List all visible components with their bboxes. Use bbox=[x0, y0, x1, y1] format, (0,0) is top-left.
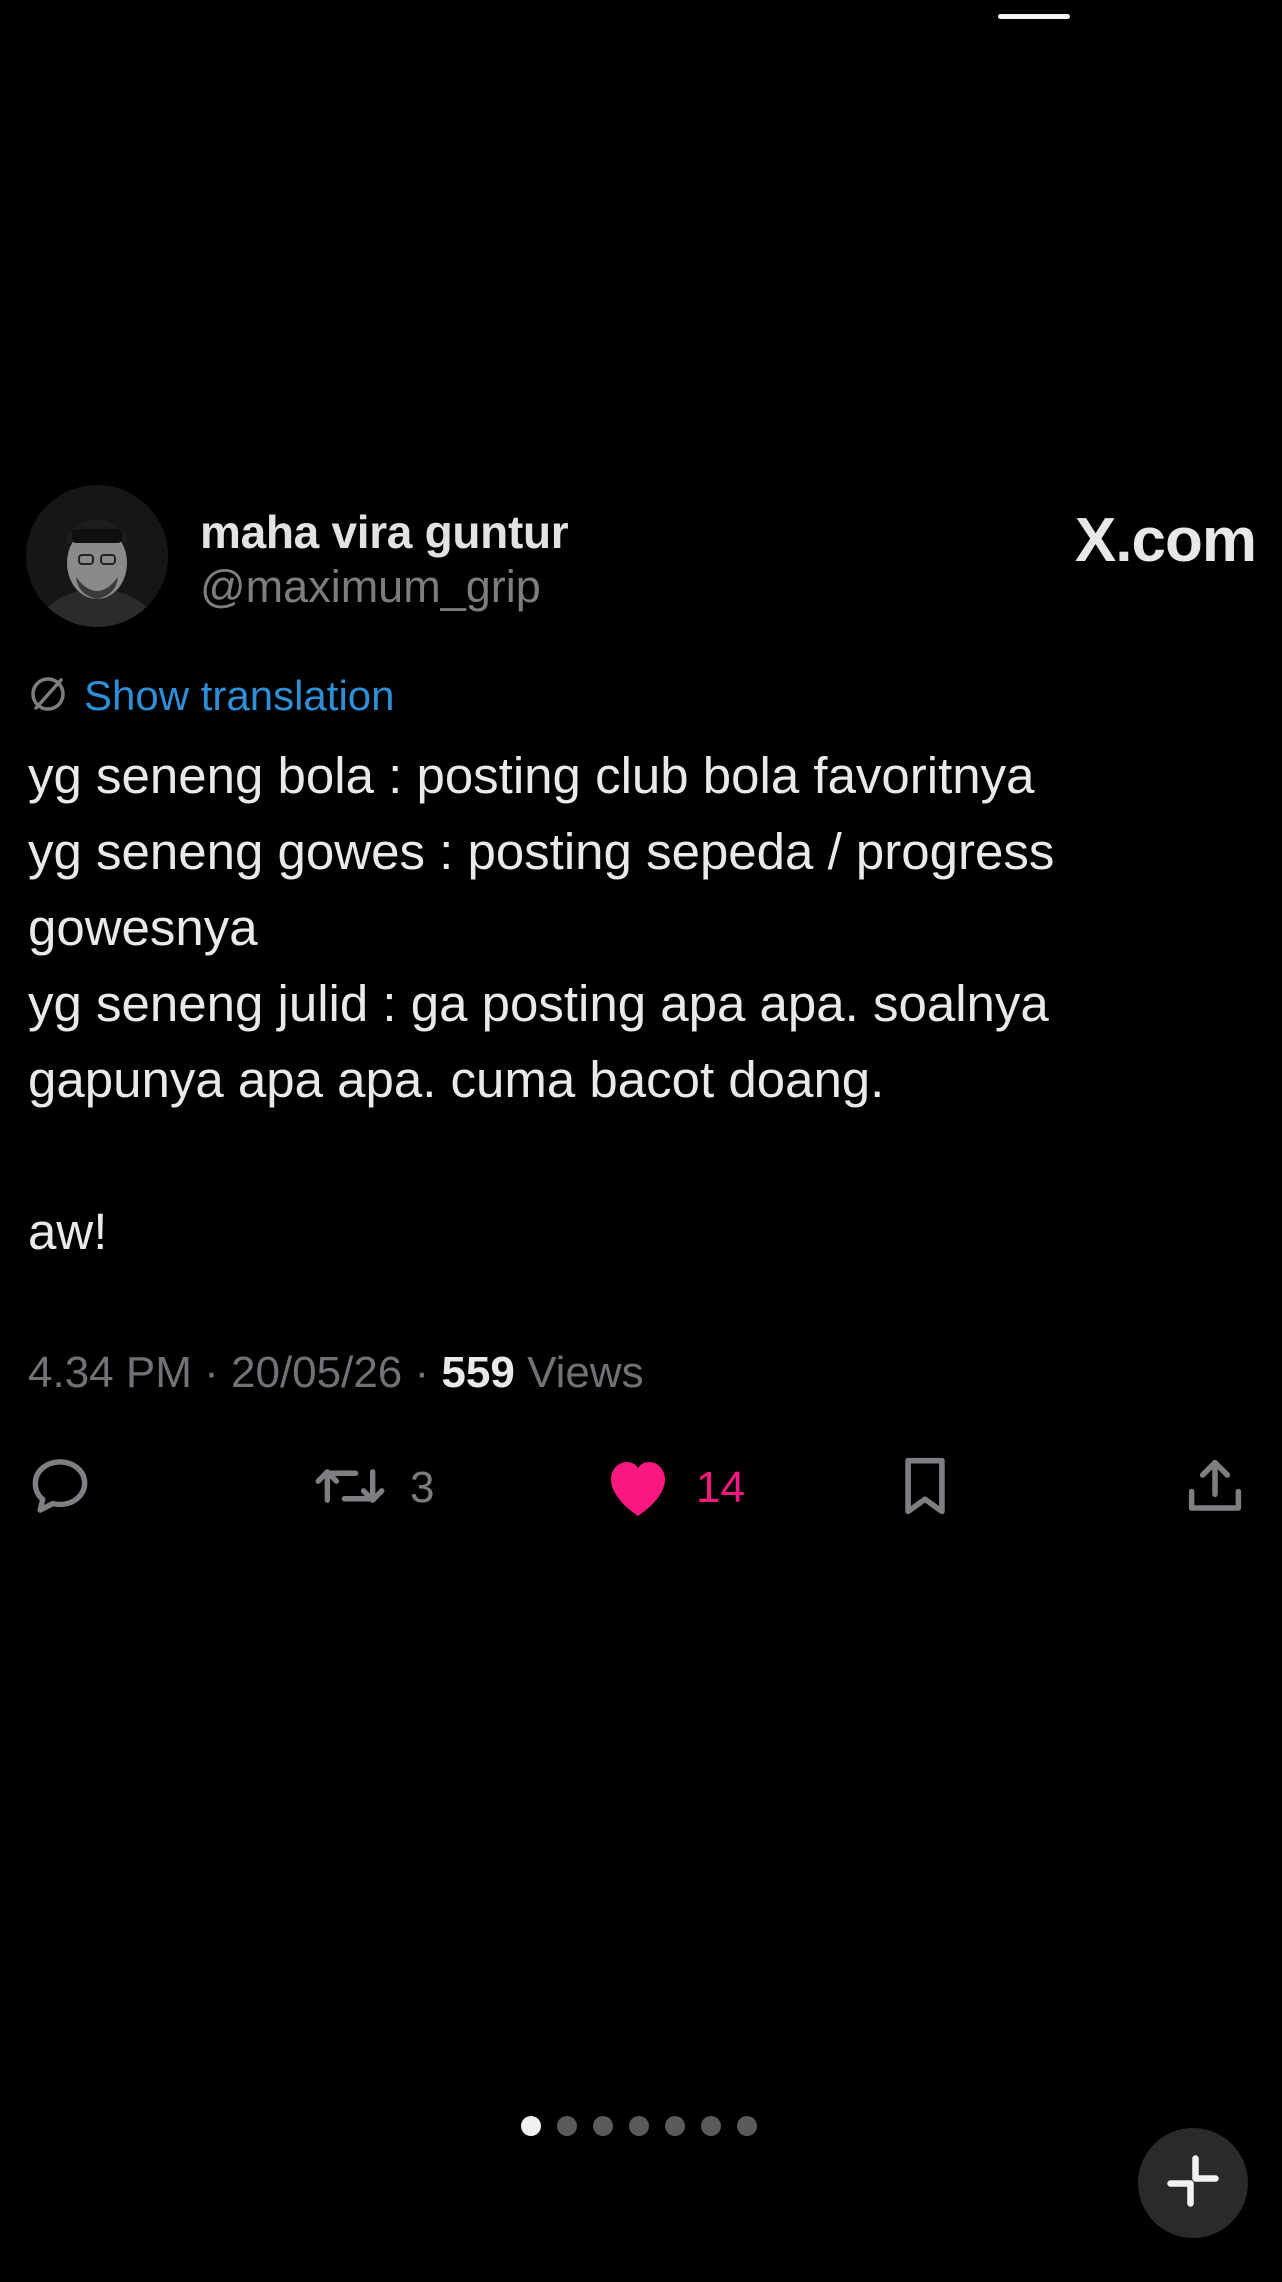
page-indicator bbox=[521, 2116, 757, 2136]
page-dot[interactable] bbox=[737, 2116, 757, 2136]
share-button[interactable] bbox=[1182, 1450, 1248, 1526]
top-progress-indicator bbox=[998, 14, 1070, 19]
action-bar: 3 14 bbox=[26, 1450, 1248, 1526]
views-label: Views bbox=[527, 1348, 644, 1397]
heart-icon bbox=[602, 1453, 674, 1524]
page-dot[interactable] bbox=[557, 2116, 577, 2136]
minimize-button[interactable] bbox=[1138, 2128, 1248, 2238]
tweet-date[interactable]: 20/05/26 bbox=[231, 1348, 402, 1397]
like-button[interactable]: 14 bbox=[602, 1450, 745, 1526]
bookmark-button[interactable] bbox=[894, 1450, 956, 1526]
show-translation-link[interactable]: Show translation bbox=[28, 668, 395, 724]
retweet-icon bbox=[312, 1452, 388, 1525]
share-icon bbox=[1182, 1452, 1248, 1525]
reply-button[interactable] bbox=[26, 1450, 94, 1526]
translate-icon bbox=[28, 674, 68, 719]
avatar[interactable] bbox=[26, 485, 168, 627]
page-dot[interactable] bbox=[593, 2116, 613, 2136]
brand-domain: .com bbox=[1115, 506, 1257, 575]
retweet-count: 3 bbox=[410, 1463, 435, 1512]
minimize-icon bbox=[1163, 2151, 1223, 2216]
page-dot[interactable] bbox=[629, 2116, 649, 2136]
views-count: 559 bbox=[441, 1348, 515, 1397]
meta-separator: · bbox=[414, 1348, 430, 1397]
author-handle[interactable]: @maximum_grip bbox=[200, 561, 541, 613]
bookmark-icon bbox=[894, 1452, 956, 1525]
tweet-text: yg seneng bola : posting club bola favor… bbox=[28, 747, 1055, 1260]
author-name[interactable]: maha vira guntur bbox=[200, 505, 569, 559]
like-count: 14 bbox=[696, 1463, 745, 1512]
page-dot[interactable] bbox=[521, 2116, 541, 2136]
page-dot[interactable] bbox=[701, 2116, 721, 2136]
reply-icon bbox=[26, 1452, 94, 1525]
brand-logo: X.com bbox=[1074, 505, 1257, 576]
page-dot[interactable] bbox=[665, 2116, 685, 2136]
x-logo-letter: X bbox=[1074, 506, 1116, 575]
meta-separator: · bbox=[204, 1348, 219, 1397]
tweet-time[interactable]: 4.34 PM bbox=[28, 1348, 192, 1397]
tweet-header: maha vira guntur @maximum_grip X.com bbox=[26, 485, 1257, 630]
tweet-meta: 4.34 PM · 20/05/26 · 559 Views bbox=[28, 1348, 644, 1398]
retweet-button[interactable]: 3 bbox=[312, 1450, 434, 1526]
story-viewer: maha vira guntur @maximum_grip X.com Sho… bbox=[0, 0, 1282, 2282]
translate-label[interactable]: Show translation bbox=[84, 672, 395, 720]
